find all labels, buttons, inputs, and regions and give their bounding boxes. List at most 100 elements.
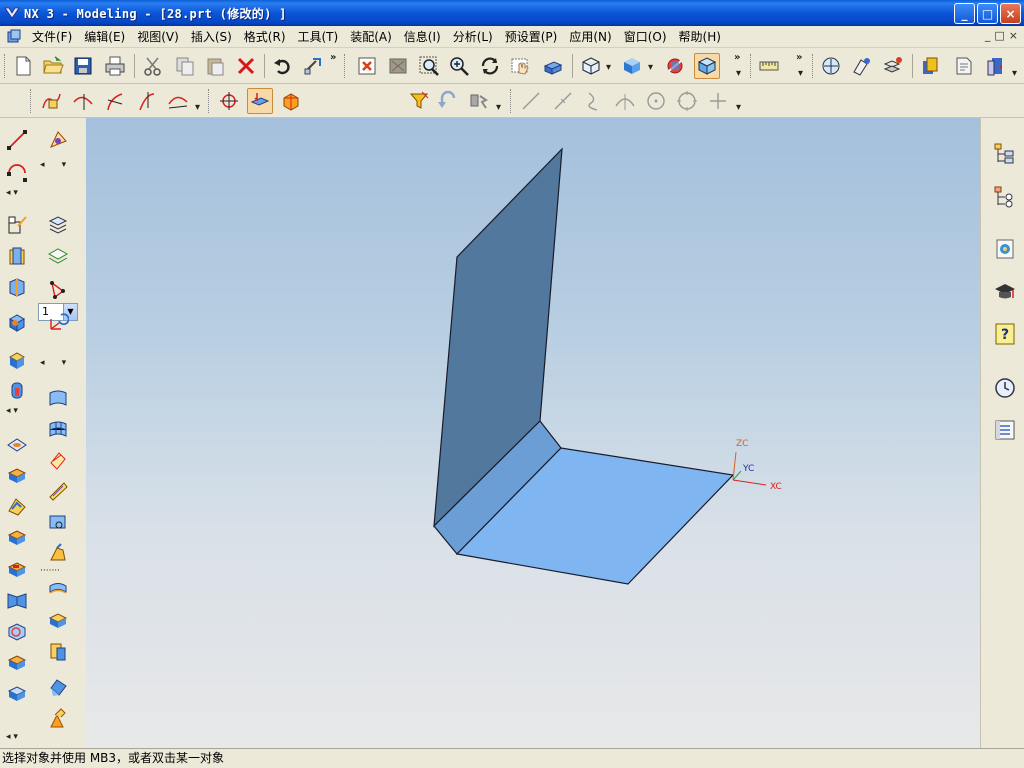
query-selection-icon[interactable] (466, 88, 492, 114)
visible-in-view-icon[interactable] (982, 53, 1008, 79)
bounded-plane-icon[interactable] (44, 508, 72, 536)
edit-curve-icon[interactable] (38, 88, 64, 114)
toolbar-scroll-icon[interactable]: ◂ ▾ (40, 160, 66, 170)
shaded-mode-icon[interactable] (694, 53, 720, 79)
sketch-icon[interactable] (3, 211, 31, 239)
extrude-icon[interactable] (3, 242, 31, 270)
shaded-view-icon[interactable] (619, 53, 645, 79)
toolbar-grip[interactable] (344, 54, 347, 78)
toolbar-grip[interactable] (208, 89, 211, 113)
layer-settings-icon[interactable] (918, 53, 944, 79)
offset-surface-icon[interactable] (44, 575, 72, 603)
move-to-layer-icon[interactable] (950, 53, 976, 79)
select-face-icon[interactable] (247, 88, 273, 114)
n-sided-surface-icon[interactable] (44, 539, 72, 567)
doc-restore-button[interactable]: □ (994, 29, 1004, 42)
swept-icon[interactable] (44, 446, 72, 474)
toolbar-scroll-icon[interactable]: ◂ ▾ (6, 732, 18, 742)
menu-edit[interactable]: 编辑(E) (78, 26, 131, 48)
assembly-navigator-icon[interactable] (991, 140, 1019, 168)
menu-application[interactable]: 应用(N) (563, 26, 617, 48)
history-palette-icon[interactable] (991, 235, 1019, 263)
measure-distance-icon[interactable] (756, 53, 782, 79)
divide-curve-icon[interactable] (134, 88, 160, 114)
menu-help[interactable]: 帮助(H) (673, 26, 727, 48)
sew-icon[interactable] (44, 704, 72, 732)
help-icon[interactable]: ? (991, 320, 1019, 348)
snap-midpoint-icon[interactable] (550, 88, 576, 114)
hidden-edge-icon[interactable] (662, 53, 688, 79)
mating-icon[interactable] (849, 53, 875, 79)
toolbar-grip[interactable] (812, 54, 815, 78)
snap-endpoint-icon[interactable] (518, 88, 544, 114)
roles-icon[interactable] (991, 416, 1019, 444)
dropdown-arrow-icon[interactable]: ▾ (606, 62, 611, 73)
menu-insert[interactable]: 插入(S) (185, 26, 238, 48)
print-icon[interactable] (102, 53, 128, 79)
block-icon[interactable] (3, 308, 31, 336)
document-icon[interactable] (6, 29, 22, 45)
rotate-icon[interactable] (477, 53, 503, 79)
slot-icon[interactable] (3, 555, 31, 583)
overflow-chevron-icon[interactable]: » (734, 52, 740, 63)
groove-icon[interactable] (3, 586, 31, 614)
cylinder-icon[interactable] (3, 346, 31, 374)
thread-icon[interactable] (3, 617, 31, 645)
dropdown-arrow-icon[interactable]: ▾ (496, 102, 501, 113)
extension-icon[interactable] (44, 637, 72, 665)
snap-control-point-icon[interactable] (581, 88, 607, 114)
training-icon[interactable] (991, 278, 1019, 306)
trim-corner-icon[interactable] (102, 88, 128, 114)
section-surface-icon[interactable] (44, 477, 72, 505)
assembly-navigator-icon[interactable] (818, 53, 844, 79)
model-view[interactable]: ZC YC XC (86, 118, 980, 748)
hole-icon[interactable] (3, 430, 31, 458)
doc-minimize-button[interactable]: _ (985, 29, 991, 42)
dropdown-arrow-icon[interactable]: ▾ (736, 102, 741, 113)
deselect-all-icon[interactable] (434, 88, 460, 114)
surface-through-curves-icon[interactable] (44, 384, 72, 412)
toolbar-grip[interactable] (750, 54, 753, 78)
menu-information[interactable]: 信息(I) (398, 26, 447, 48)
dropdown-arrow-icon[interactable]: ▾ (798, 68, 803, 79)
surface-mesh-icon[interactable] (44, 415, 72, 443)
menu-tools[interactable]: 工具(T) (292, 26, 345, 48)
menu-assembly[interactable]: 装配(A) (344, 26, 398, 48)
dropdown-arrow-icon[interactable]: ▾ (195, 102, 200, 113)
toolbar-scroll-icon[interactable]: ◂ ▾ (6, 406, 18, 416)
toolbar-grip[interactable] (30, 89, 33, 113)
minimize-button[interactable]: _ (954, 3, 975, 24)
line-icon[interactable] (3, 126, 31, 154)
pattern-icon[interactable] (3, 679, 31, 707)
dropdown-arrow-icon[interactable]: ▾ (736, 68, 741, 79)
toolbar-scroll-icon[interactable]: ◂ ▾ (6, 188, 18, 198)
toolbar-scroll-icon[interactable]: ◂ ▾ (40, 358, 66, 368)
maximize-button[interactable]: □ (977, 3, 998, 24)
dropdown-arrow-icon[interactable]: ▾ (1012, 68, 1017, 79)
trimmed-sheet-icon[interactable] (44, 673, 72, 701)
overflow-chevron-icon[interactable]: » (330, 52, 336, 63)
delete-icon[interactable] (233, 53, 259, 79)
menu-view[interactable]: 视图(V) (131, 26, 185, 48)
arc-icon[interactable] (3, 158, 31, 186)
boss-icon[interactable] (3, 461, 31, 489)
dropdown-arrow-icon[interactable]: ▾ (648, 62, 653, 73)
fit-view-icon[interactable] (354, 53, 380, 79)
cone-icon[interactable] (3, 376, 31, 404)
wireframe-view-icon[interactable] (578, 53, 604, 79)
part-navigator-icon[interactable] (991, 183, 1019, 211)
toolbar-grip[interactable] (4, 54, 7, 78)
menu-analysis[interactable]: 分析(L) (447, 26, 499, 48)
undo-icon[interactable] (270, 53, 296, 79)
repeat-command-icon[interactable] (300, 53, 326, 79)
save-icon[interactable] (70, 53, 96, 79)
layer-settings-icon[interactable] (44, 210, 72, 238)
explode-icon[interactable] (880, 53, 906, 79)
snap-intersection-icon[interactable] (612, 88, 638, 114)
graphics-window[interactable]: ZC YC XC (86, 118, 980, 748)
view-orient-icon[interactable] (540, 53, 566, 79)
zoom-icon[interactable] (416, 53, 442, 79)
snap-point-icon[interactable] (216, 88, 242, 114)
doc-close-button[interactable]: × (1009, 29, 1018, 42)
move-wcs-icon[interactable] (44, 276, 72, 304)
